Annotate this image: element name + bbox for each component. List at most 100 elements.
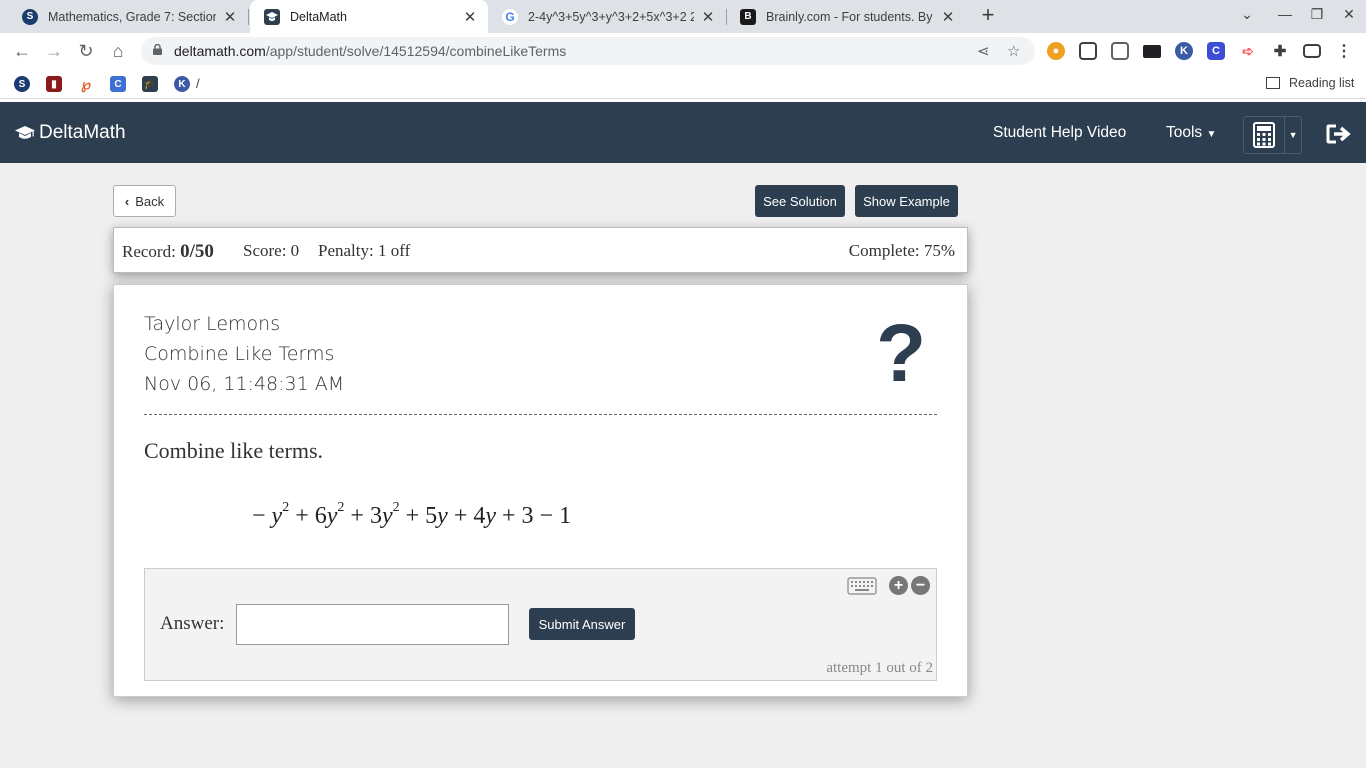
url-text: deltamath.com/app/student/solve/14512594… bbox=[174, 43, 566, 59]
deltamath-favicon-icon bbox=[264, 8, 280, 25]
pearson-bookmark-icon[interactable]: ℘ bbox=[78, 76, 94, 92]
record-value: 0/50 bbox=[180, 241, 214, 262]
zoom-in-icon[interactable]: + bbox=[889, 576, 908, 595]
shield-icon[interactable] bbox=[1079, 42, 1097, 60]
lock-icon bbox=[153, 44, 162, 55]
answer-input[interactable] bbox=[236, 604, 509, 645]
caret-down-icon: ▼ bbox=[1206, 129, 1217, 140]
record-stat: Record: 0/50 bbox=[122, 241, 214, 263]
back-button-label: Back bbox=[135, 193, 165, 209]
problem-meta: Taylor Lemons Combine Like Terms Nov 06,… bbox=[144, 309, 344, 399]
submit-answer-button[interactable]: Submit Answer bbox=[529, 608, 635, 640]
tab-brainly[interactable]: B Brainly.com - For students. By st ✕ bbox=[726, 0, 966, 33]
url-host: deltamath.com bbox=[174, 43, 266, 59]
problem-topic: Combine Like Terms bbox=[144, 343, 335, 365]
home-icon[interactable]: ⌂ bbox=[106, 39, 130, 63]
tab-title: Brainly.com - For students. By st bbox=[766, 9, 934, 24]
schoology-bookmark-icon[interactable]: S bbox=[14, 76, 30, 92]
graduation-cap-icon bbox=[15, 126, 35, 139]
reading-list-icon bbox=[1266, 77, 1280, 89]
back-button[interactable]: ‹ Back bbox=[113, 185, 176, 217]
see-solution-label: See Solution bbox=[763, 193, 837, 209]
tab-google-search[interactable]: G 2-4y^3+5y^3+y^3+2+5x^3+2 2-4 ✕ bbox=[488, 0, 726, 33]
address-bar[interactable]: deltamath.com/app/student/solve/14512594… bbox=[141, 37, 1035, 65]
bookmarks-bar: S ▮ ℘ C 🎓 K / Reading list bbox=[0, 69, 1366, 99]
window-close-icon[interactable]: ✕ bbox=[1339, 6, 1359, 23]
answer-label: Answer: bbox=[160, 613, 225, 634]
score-stat: Score: 0 bbox=[243, 241, 300, 260]
calculator-caret-button[interactable]: ▼ bbox=[1284, 117, 1301, 153]
see-solution-button[interactable]: See Solution bbox=[755, 185, 845, 217]
browser-toolbar: ← → ↻ ⌂ deltamath.com/app/student/solve/… bbox=[0, 33, 1366, 69]
shield-outline-icon[interactable] bbox=[1111, 42, 1129, 60]
cast-icon[interactable] bbox=[1303, 44, 1321, 58]
url-path: /app/student/solve/14512594/combineLikeT… bbox=[265, 43, 567, 59]
close-icon[interactable]: ✕ bbox=[462, 8, 478, 26]
browser-tab-strip: S Mathematics, Grade 7: Section 2 ✕ Delt… bbox=[0, 0, 1366, 33]
help-question-icon[interactable]: ? bbox=[876, 313, 926, 395]
share-icon[interactable]: ⋖ bbox=[977, 42, 990, 60]
schoology-favicon-icon: S bbox=[22, 8, 38, 25]
student-name: Taylor Lemons bbox=[144, 313, 281, 335]
tab-title: Mathematics, Grade 7: Section 2 bbox=[48, 9, 216, 24]
deltamath-bookmark-icon[interactable]: 🎓 bbox=[142, 76, 158, 92]
screencast-arrow-icon[interactable]: ➪ bbox=[1239, 42, 1257, 60]
tools-dropdown[interactable]: Tools ▼ bbox=[1166, 124, 1216, 142]
problem-card: Taylor Lemons Combine Like Terms Nov 06,… bbox=[113, 284, 968, 697]
brand-name: DeltaMath bbox=[39, 122, 126, 143]
tab-divider bbox=[248, 9, 249, 25]
tab-deltamath[interactable]: DeltaMath ✕ bbox=[250, 0, 488, 33]
new-tab-plus-icon[interactable]: + bbox=[976, 4, 1000, 28]
clever-c-icon[interactable]: C bbox=[1207, 42, 1225, 60]
app-navbar: DeltaMath Student Help Video Tools ▼ ▼ bbox=[0, 102, 1366, 163]
calculator-button-group: ▼ bbox=[1243, 116, 1302, 154]
kami-k-icon[interactable]: K bbox=[1175, 42, 1193, 60]
problem-prompt: Combine like terms. bbox=[144, 438, 324, 463]
attempt-counter: attempt 1 out of 2 bbox=[826, 660, 933, 676]
google-favicon-icon: G bbox=[502, 8, 518, 25]
close-icon[interactable]: ✕ bbox=[222, 8, 238, 26]
kami-bookmark-icon[interactable]: K bbox=[174, 76, 190, 92]
screen-icon[interactable] bbox=[1143, 45, 1161, 58]
clever-bookmark-icon[interactable]: C bbox=[110, 76, 126, 92]
math-expression: − y2 + 6y2 + 3y2 + 5y + 4y + 3 − 1 bbox=[246, 500, 572, 529]
complete-stat: Complete: 75% bbox=[848, 241, 955, 260]
penalty-stat: Penalty: 1 off bbox=[318, 241, 411, 260]
back-arrow-icon[interactable]: ← bbox=[10, 39, 34, 63]
close-icon[interactable]: ✕ bbox=[940, 8, 956, 26]
deltamath-page: DeltaMath Student Help Video Tools ▼ ▼ ‹… bbox=[0, 102, 1366, 768]
zoom-out-icon[interactable]: − bbox=[911, 576, 930, 595]
answer-panel: + − Answer: Submit Answer attempt 1 out … bbox=[144, 568, 937, 681]
reading-list-label: Reading list bbox=[1289, 76, 1355, 90]
record-bar: Record: 0/50 Score: 0 Penalty: 1 off Com… bbox=[113, 227, 968, 273]
tab-title: 2-4y^3+5y^3+y^3+2+5x^3+2 2-4 bbox=[528, 9, 694, 24]
brand-link[interactable]: DeltaMath bbox=[15, 122, 126, 144]
extension-avatar-icon[interactable]: ● bbox=[1047, 42, 1065, 60]
chevron-left-icon: ‹ bbox=[124, 193, 130, 209]
more-menu-icon[interactable]: ⋮ bbox=[1335, 42, 1353, 60]
dashed-divider bbox=[144, 414, 937, 415]
problem-timestamp: Nov 06, 11:48:31 AM bbox=[144, 373, 345, 395]
show-example-button[interactable]: Show Example bbox=[855, 185, 958, 217]
extensions-puzzle-icon[interactable]: ✚ bbox=[1271, 42, 1289, 60]
bookmark-separator: / bbox=[196, 76, 200, 91]
tab-title: DeltaMath bbox=[290, 9, 347, 24]
calculator-button[interactable] bbox=[1244, 117, 1284, 153]
tab-mathematics[interactable]: S Mathematics, Grade 7: Section 2 ✕ bbox=[8, 0, 248, 33]
bookmark-star-icon[interactable]: ☆ bbox=[1007, 42, 1020, 60]
restore-icon[interactable]: ❐ bbox=[1307, 6, 1327, 23]
minimize-icon[interactable]: — bbox=[1275, 6, 1295, 22]
forward-arrow-icon[interactable]: → bbox=[42, 39, 66, 63]
reload-icon[interactable]: ↻ bbox=[74, 39, 98, 63]
red-bookmark-icon[interactable]: ▮ bbox=[46, 76, 62, 92]
close-icon[interactable]: ✕ bbox=[700, 8, 716, 26]
record-label: Record: bbox=[122, 242, 176, 261]
submit-answer-label: Submit Answer bbox=[538, 616, 626, 632]
tab-search-chevron-icon[interactable]: ⌄ bbox=[1237, 6, 1257, 23]
caret-down-icon: ▼ bbox=[1288, 130, 1298, 140]
logout-icon[interactable] bbox=[1326, 124, 1352, 144]
keyboard-icon[interactable] bbox=[847, 577, 877, 595]
tools-label: Tools bbox=[1166, 124, 1203, 141]
reading-list-button[interactable]: Reading list bbox=[1266, 76, 1354, 90]
student-help-video-link[interactable]: Student Help Video bbox=[993, 124, 1126, 142]
